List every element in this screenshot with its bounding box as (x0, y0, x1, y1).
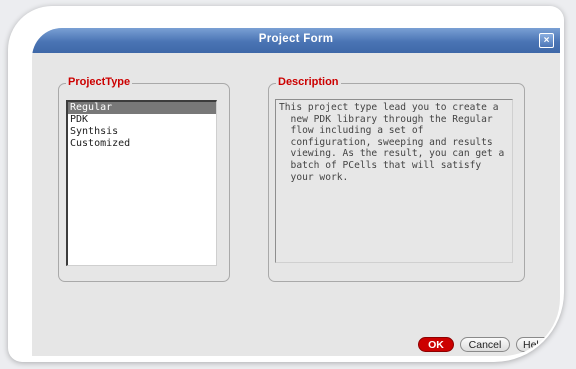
project-form-dialog: Project Form × ProjectType Regular PDK S… (32, 28, 560, 356)
ok-button[interactable]: OK (418, 337, 454, 352)
description-group: Description This project type lead you t… (268, 76, 525, 282)
project-type-group: ProjectType Regular PDK Synthsis Customi… (58, 76, 230, 282)
help-button[interactable]: Help (516, 337, 560, 352)
window-title: Project Form (258, 33, 334, 45)
cancel-button[interactable]: Cancel (460, 337, 510, 352)
close-icon[interactable]: × (539, 33, 554, 48)
description-text: This project type lead you to create a n… (275, 99, 513, 263)
project-type-list[interactable]: Regular PDK Synthsis Customized (66, 100, 217, 266)
description-legend: Description (276, 76, 341, 88)
list-item-synthsis[interactable]: Synthsis (68, 126, 216, 138)
project-type-legend: ProjectType (66, 76, 133, 88)
title-bar[interactable]: Project Form × (32, 28, 560, 53)
list-item-pdk[interactable]: PDK (68, 114, 216, 126)
list-item-regular[interactable]: Regular (68, 102, 216, 114)
screenshot-frame: Project Form × ProjectType Regular PDK S… (8, 6, 564, 362)
list-item-customized[interactable]: Customized (68, 138, 216, 150)
